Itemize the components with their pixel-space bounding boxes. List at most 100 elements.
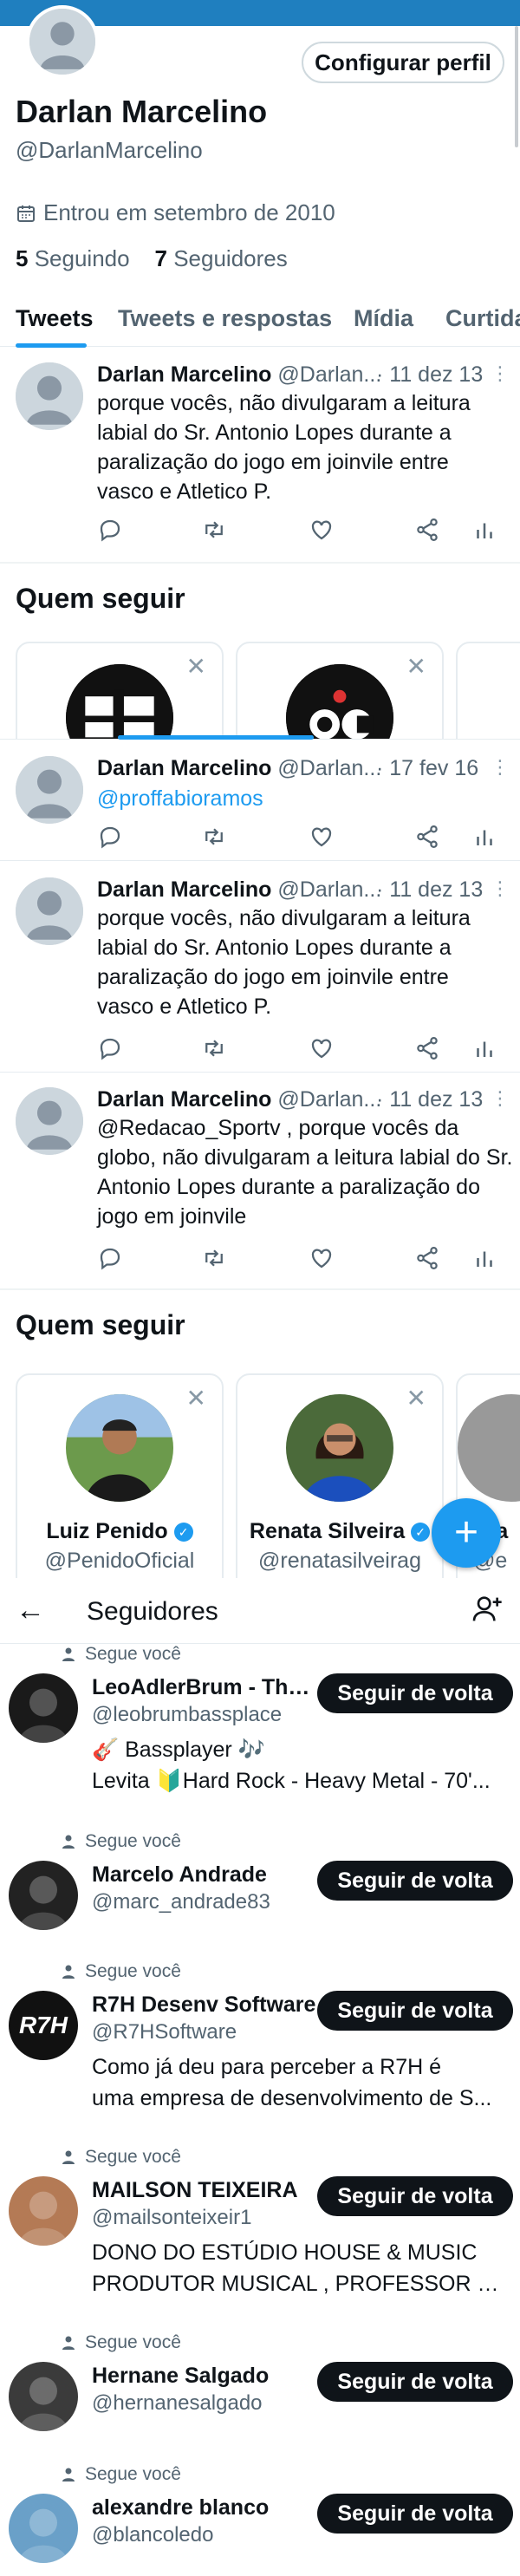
more-options-icon[interactable]: ⋮ <box>491 1087 510 1110</box>
person-icon <box>62 2150 75 2164</box>
tweet-date: · 11 dez 13 <box>376 1087 484 1112</box>
follow-back-button[interactable]: Seguir de volta <box>317 2494 513 2534</box>
follow-back-button[interactable]: Seguir de volta <box>317 2176 513 2216</box>
tweet-text[interactable]: @proffabioramos <box>97 784 504 813</box>
active-tab-indicator <box>16 343 87 348</box>
tab-tweets[interactable]: Tweets <box>16 305 94 332</box>
follower-avatar[interactable] <box>9 2362 78 2431</box>
follower-handle: @R7HSoftware <box>92 2020 237 2044</box>
follower-avatar[interactable] <box>9 1673 78 1743</box>
more-options-icon[interactable]: ⋮ <box>491 877 510 900</box>
tweet-text: porque vocês, não divulgaram a leitura l… <box>97 906 471 1019</box>
follower-handle: @marc_andrade83 <box>92 1890 270 1914</box>
page-title: Seguidores <box>87 1597 218 1626</box>
follow-counts: 5 Seguindo 7 Seguidores <box>16 245 288 272</box>
follow-back-button[interactable]: Seguir de volta <box>317 1673 513 1713</box>
suggestion-card[interactable]: ✕ Renata Silveira ✓ @renatasilveirag <box>236 1373 444 1578</box>
follower-name[interactable]: alexandre blanco <box>92 2495 319 2521</box>
follower-avatar[interactable]: R7H <box>9 1991 78 2060</box>
more-options-icon[interactable]: ⋮ <box>491 362 510 385</box>
follower-handle: @blancoledo <box>92 2523 214 2547</box>
tweet-date: · 17 fev 16 <box>376 756 479 780</box>
follower-name[interactable]: R7H Desenv Software <box>92 1992 319 2018</box>
close-icon[interactable]: ✕ <box>186 1384 206 1412</box>
follower-name[interactable]: LeoAdlerBrum - The ... <box>92 1675 319 1700</box>
suggestion-name[interactable]: Luiz Penido ✓ <box>17 1519 222 1544</box>
share-icon[interactable] <box>414 517 440 543</box>
profile-avatar[interactable] <box>26 5 99 78</box>
following-link[interactable]: 5 Seguindo <box>16 245 130 271</box>
retweet-icon[interactable] <box>201 1245 227 1271</box>
like-icon[interactable] <box>309 824 335 850</box>
reply-icon[interactable] <box>97 824 123 850</box>
suggestion-name[interactable]: Renata Silveira ✓ <box>237 1519 442 1544</box>
close-icon[interactable]: ✕ <box>406 1384 426 1412</box>
tweet-author-name: Darlan Marcelino <box>97 756 272 780</box>
follower-name[interactable]: Marcelo Andrade <box>92 1862 319 1888</box>
follows-you-label: Segue você <box>62 2147 181 2168</box>
tab-likes[interactable]: Curtida <box>445 305 520 332</box>
tweet-text: porque vocês, não divulgaram a leitura l… <box>97 391 471 504</box>
follow-back-button[interactable]: Seguir de volta <box>317 1991 513 2031</box>
edit-profile-button[interactable]: Configurar perfil <box>302 42 504 83</box>
suggestion-card[interactable] <box>456 642 520 739</box>
more-options-icon[interactable]: ⋮ <box>491 756 510 779</box>
like-icon[interactable] <box>309 517 335 543</box>
person-icon <box>62 1965 75 1979</box>
tweet-avatar[interactable] <box>16 362 83 430</box>
compose-tweet-button[interactable]: + <box>432 1498 501 1568</box>
share-icon[interactable] <box>414 1035 440 1061</box>
suggestion-card[interactable]: ✕ <box>16 642 224 739</box>
follow-back-button[interactable]: Seguir de volta <box>317 1861 513 1901</box>
retweet-icon[interactable] <box>201 517 227 543</box>
scrollbar[interactable] <box>515 26 518 147</box>
reply-icon[interactable] <box>97 1035 123 1061</box>
tab-media[interactable]: Mídia <box>354 305 413 332</box>
analytics-icon[interactable] <box>471 1245 497 1271</box>
profile-name: Darlan Marcelino <box>16 94 268 129</box>
followers-label: Seguidores <box>173 245 288 271</box>
person-icon <box>62 1647 75 1661</box>
back-arrow-icon[interactable]: ← <box>16 1594 45 1627</box>
analytics-icon[interactable] <box>471 824 497 850</box>
suggestion-card[interactable]: ✕ Luiz Penido ✓ @PenidoOficial <box>16 1373 224 1578</box>
like-icon[interactable] <box>309 1035 335 1061</box>
followers-link[interactable]: 7 Seguidores <box>155 245 288 271</box>
share-icon[interactable] <box>414 824 440 850</box>
like-icon[interactable] <box>309 1245 335 1271</box>
follower-handle: @mailsonteixeir1 <box>92 2206 252 2229</box>
suggestion-card[interactable]: ✕ <box>236 642 444 739</box>
tweet-author-name: Darlan Marcelino <box>97 877 272 902</box>
tweet-header: Darlan Marcelino @Darlan... <box>97 362 383 388</box>
retweet-icon[interactable] <box>201 1035 227 1061</box>
follow-back-button[interactable]: Seguir de volta <box>317 2362 513 2402</box>
follower-name[interactable]: Hernane Salgado <box>92 2364 319 2389</box>
follower-avatar[interactable] <box>9 2494 78 2563</box>
follower-handle: @leobrumbassplace <box>92 1703 283 1726</box>
reply-icon[interactable] <box>97 517 123 543</box>
follower-avatar[interactable] <box>9 2176 78 2246</box>
who-to-follow-carousel[interactable]: ✕ ✕ <box>0 642 520 739</box>
close-icon[interactable]: ✕ <box>186 652 206 681</box>
profile-handle: @DarlanMarcelino <box>16 137 203 163</box>
follows-you-label: Segue você <box>62 2464 181 2485</box>
tab-tweets-and-replies[interactable]: Tweets e respostas <box>118 305 332 332</box>
analytics-icon[interactable] <box>471 1035 497 1061</box>
follows-you-label: Segue você <box>62 1961 181 1982</box>
add-user-icon[interactable] <box>470 1592 504 1627</box>
tweet-avatar[interactable] <box>16 1087 83 1155</box>
tweet-text: @Redacao_Sportv , porque vocês da globo,… <box>97 1116 513 1229</box>
follower-name[interactable]: MAILSON TEIXEIRA <box>92 2178 319 2203</box>
tweet-avatar[interactable] <box>16 877 83 945</box>
follows-you-text: Segue você <box>85 2147 181 2167</box>
close-icon[interactable]: ✕ <box>406 652 426 681</box>
profile-tabs: Tweets Tweets e respostas Mídia Curtida <box>0 295 520 348</box>
calendar-icon <box>17 205 35 222</box>
tweet-avatar[interactable] <box>16 756 83 824</box>
tweet-author-handle: @Darlan... <box>277 1087 382 1112</box>
retweet-icon[interactable] <box>201 824 227 850</box>
share-icon[interactable] <box>414 1245 440 1271</box>
analytics-icon[interactable] <box>471 517 497 543</box>
follower-avatar[interactable] <box>9 1861 78 1930</box>
reply-icon[interactable] <box>97 1245 123 1271</box>
